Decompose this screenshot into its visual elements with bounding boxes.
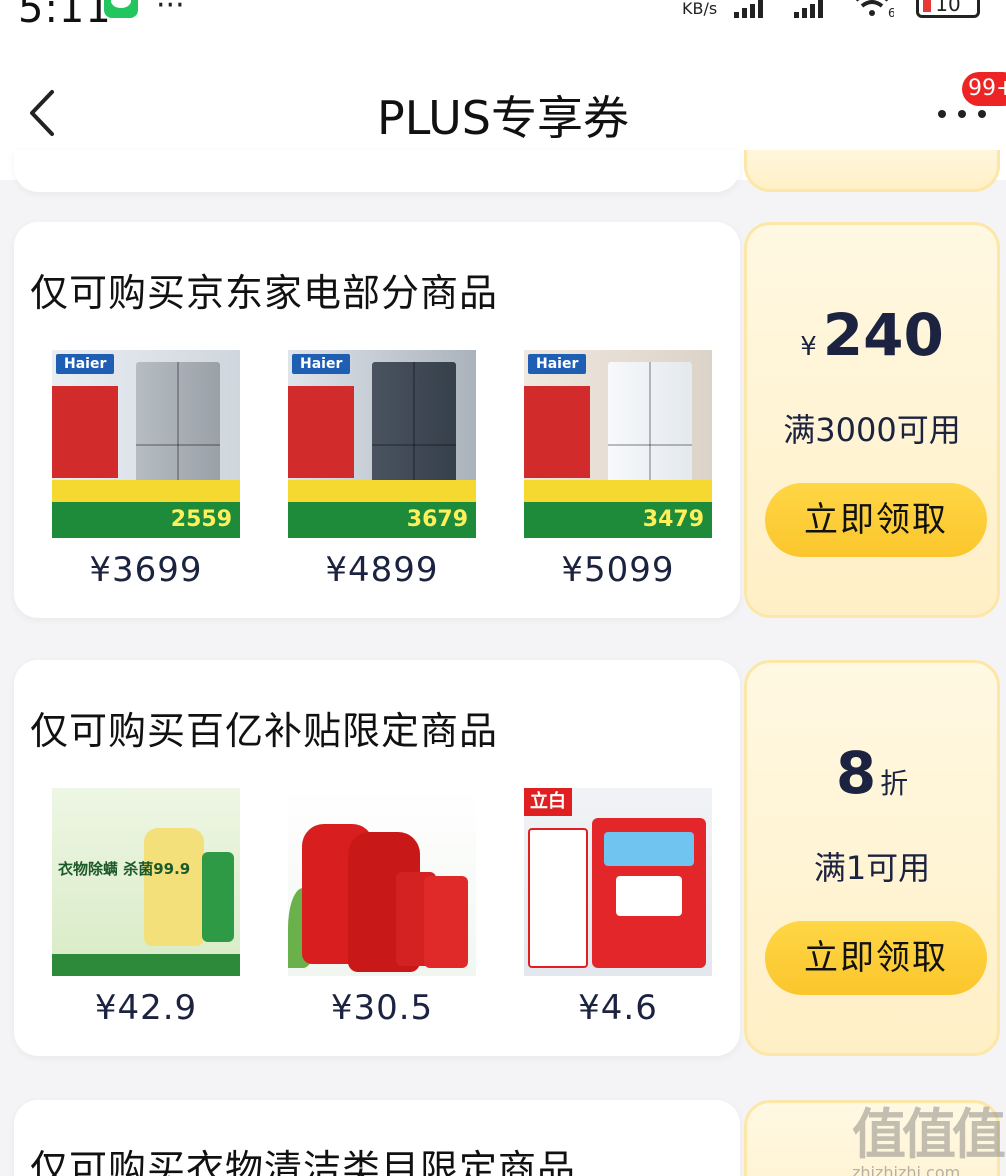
signal-icon (734, 0, 763, 18)
signal-icon-2 (794, 0, 823, 18)
status-bar: 5:11 ··· KB/s 6 10 (0, 0, 1006, 40)
product-item[interactable]: 立白 ¥4.6 (524, 788, 712, 1028)
battery-level: 10 (935, 0, 961, 16)
previous-coupon-card (14, 150, 740, 192)
coupon-amount: ¥240 (747, 301, 997, 369)
omo-laundry-detergent-image (288, 788, 476, 976)
coupon-scope: 仅可购买京东家电部分商品 (30, 271, 499, 315)
product-list: 衣物除螨 杀菌99.9 ¥42.9 ¥30.5 立白 ¥4.6 (52, 788, 732, 1038)
product-price: ¥3699 (89, 550, 203, 590)
product-item[interactable]: ¥30.5 (288, 788, 476, 1028)
previous-coupon-value-panel (744, 150, 1000, 192)
product-item[interactable]: 衣物除螨 杀菌99.9 ¥42.9 (52, 788, 240, 1028)
libai-washing-powder-image: 立白 (524, 788, 712, 976)
coupon-condition: 满1可用 (813, 849, 931, 887)
product-price: ¥30.5 (330, 988, 434, 1028)
coupon-card-appliances: 仅可购买京东家电部分商品 Haier 2559 ¥3699 Haier 3679… (14, 222, 740, 618)
wifi-level: 6 (888, 6, 894, 18)
coupon-value-panel-clothing-cleaning (744, 1100, 1000, 1176)
product-item[interactable]: Haier 3679 ¥4899 (288, 350, 476, 590)
product-list: Haier 2559 ¥3699 Haier 3679 ¥4899 Haier … (52, 350, 732, 600)
coupon-card-clothing-cleaning: 仅可购买衣物清洁类目限定商品 (14, 1100, 740, 1176)
coupon-condition: 满3000可用 (783, 411, 961, 449)
claim-coupon-button[interactable]: 立即领取 (765, 483, 987, 557)
page-title: PLUS专享券 (377, 91, 629, 145)
wechat-icon (104, 0, 138, 18)
coupon-value: 240 (822, 301, 944, 369)
coupon-amount: 8折 (747, 739, 997, 807)
dettol-laundry-sanitizer-image: 衣物除螨 杀菌99.9 (52, 788, 240, 976)
status-time: 5:11 (18, 0, 112, 32)
product-price: ¥4.6 (578, 988, 658, 1028)
coupon-scope: 仅可购买衣物清洁类目限定商品 (30, 1147, 577, 1176)
haier-fridge-dark-image: Haier 3679 (288, 350, 476, 538)
product-price: ¥5099 (561, 550, 675, 590)
product-price: ¥4899 (325, 550, 439, 590)
notification-badge: 99+ (962, 72, 1006, 106)
coupon-card-subsidy: 仅可购买百亿补贴限定商品 衣物除螨 杀菌99.9 ¥42.9 ¥30.5 立白 … (14, 660, 740, 1056)
net-speed: KB/s (682, 0, 718, 18)
wifi-icon: 6 (856, 0, 894, 18)
coupon-scope: 仅可购买百亿补贴限定商品 (30, 709, 499, 753)
status-more-icon: ··· (156, 0, 185, 23)
coupon-value-panel-appliances: ¥240 满3000可用 立即领取 (744, 222, 1000, 618)
battery-icon: 10 (916, 0, 980, 18)
product-item[interactable]: Haier 2559 ¥3699 (52, 350, 240, 590)
haier-fridge-white-image: Haier 3479 (524, 350, 712, 538)
claim-coupon-button[interactable]: 立即领取 (765, 921, 987, 995)
currency-symbol: ¥ (800, 332, 817, 362)
product-price: ¥42.9 (94, 988, 198, 1028)
coupon-unit: 折 (880, 767, 909, 800)
product-item[interactable]: Haier 3479 ¥5099 (524, 350, 712, 590)
more-dots-icon (938, 110, 946, 118)
haier-fridge-silver-image: Haier 2559 (52, 350, 240, 538)
coupon-value-panel-subsidy: 8折 满1可用 立即领取 (744, 660, 1000, 1056)
coupon-value: 8 (835, 739, 877, 807)
